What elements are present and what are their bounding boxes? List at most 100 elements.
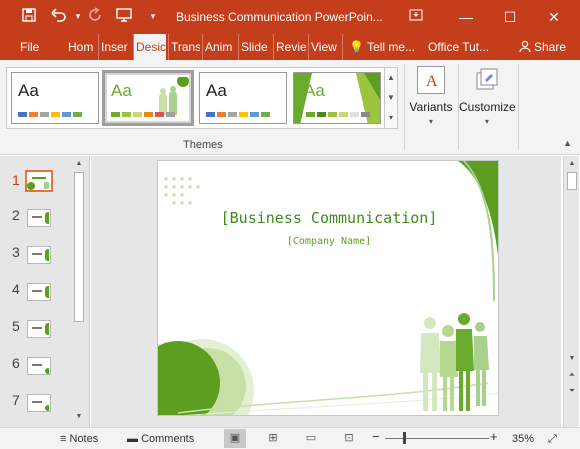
theme-preview-text: Aa <box>18 81 39 100</box>
tab-file[interactable]: File <box>12 34 52 60</box>
ribbon-display-options-icon[interactable] <box>396 0 436 34</box>
slide-number: 6 <box>12 355 20 371</box>
status-bar: ≡ Notes ▬ Comments ▣ ⊞ ▭ ⊡ − + 35% ⤢ <box>0 427 580 449</box>
gallery-scroller: ▲ ▼ ▾ <box>384 68 397 128</box>
tab-slide-show[interactable]: Slide <box>238 34 270 60</box>
theme-green-facet[interactable]: Aa <box>293 72 381 124</box>
theme-preview-text: Aa <box>304 81 325 100</box>
silhouette-graphic <box>159 77 189 115</box>
gallery-up-icon[interactable]: ▲ <box>385 68 397 88</box>
scrollbar-thumb[interactable] <box>567 172 577 190</box>
customize-qat-icon[interactable]: ▾ <box>144 7 162 25</box>
chevron-down-icon: ▾ <box>484 117 489 126</box>
theme-business-communication[interactable]: Aa <box>102 70 194 126</box>
slide-number: 5 <box>12 318 20 334</box>
next-slide-icon[interactable]: ⏷ <box>565 385 579 397</box>
slide-show-icon[interactable]: ⊡ <box>338 429 360 448</box>
scrollbar-thumb[interactable] <box>74 172 84 322</box>
theme-swatches <box>111 112 175 117</box>
customize-button[interactable]: Customize ▾ <box>459 64 516 134</box>
theme-swatches <box>306 112 370 117</box>
zoom-in-button[interactable]: + <box>490 429 498 445</box>
scroll-down-icon[interactable]: ▼ <box>72 411 86 423</box>
ribbon-design: Aa Aa Aa Aa ▲ ▼ ▾ Themes A Variants ▾ Cu… <box>0 60 580 155</box>
close-button[interactable]: ✕ <box>534 0 574 34</box>
slide-number: 7 <box>12 392 20 408</box>
tell-me-box[interactable]: 💡 Tell me... <box>342 34 422 60</box>
slide-editor: [Business Communication] [Company Name] <box>91 156 561 427</box>
maximize-button[interactable]: ☐ <box>490 0 530 34</box>
thumbnails-scrollbar[interactable]: ▲ ▼ <box>72 156 86 427</box>
variants-button[interactable]: A Variants ▾ <box>403 64 459 134</box>
scroll-up-icon[interactable]: ▲ <box>565 158 579 170</box>
current-slide[interactable]: [Business Communication] [Company Name] <box>157 160 499 416</box>
lightbulb-icon: 💡 <box>349 40 364 54</box>
svg-text:A: A <box>426 73 438 90</box>
slide-thumbnail[interactable] <box>27 394 51 412</box>
slide-thumbnail[interactable] <box>27 357 51 375</box>
normal-view-icon[interactable]: ▣ <box>224 429 246 448</box>
tab-design[interactable]: Desic <box>133 34 166 60</box>
group-separator <box>518 64 519 150</box>
fit-slide-icon[interactable]: ⤢ <box>548 431 557 447</box>
scroll-down-icon[interactable]: ▼ <box>565 353 579 365</box>
share-label: Share <box>533 40 566 54</box>
theme-swatches <box>18 112 82 117</box>
scroll-up-icon[interactable]: ▲ <box>72 158 86 170</box>
tell-me-label: Tell me... <box>367 40 416 54</box>
customize-label: Customize <box>459 100 516 114</box>
themes-gallery: Aa Aa Aa Aa ▲ ▼ ▾ <box>6 67 398 129</box>
slide-subtitle[interactable]: [Company Name] <box>158 236 498 247</box>
redo-icon[interactable] <box>86 7 104 25</box>
previous-slide-icon[interactable]: ⏶ <box>565 369 579 381</box>
slide-number: 1 <box>12 172 20 188</box>
slide-thumbnail[interactable] <box>27 283 51 301</box>
slide-number: 4 <box>12 281 20 297</box>
notes-button[interactable]: ≡ Notes <box>60 431 98 447</box>
tab-animations[interactable]: Anim <box>202 34 236 60</box>
notes-icon: ≡ <box>60 433 67 445</box>
customize-icon <box>473 66 501 94</box>
theme-preview-text: Aa <box>111 81 132 100</box>
slide-background-graphic <box>158 161 498 415</box>
notes-label: Notes <box>69 433 99 445</box>
reading-view-icon[interactable]: ▭ <box>300 429 322 448</box>
window-title: Business Communication PowerPoin... <box>176 10 383 24</box>
zoom-level[interactable]: 35% <box>512 431 534 447</box>
themes-group-label: Themes <box>183 139 223 151</box>
tab-office-tutorials[interactable]: Office Tut... <box>426 34 496 60</box>
gallery-down-icon[interactable]: ▼ <box>385 88 397 108</box>
slide-thumbnail[interactable] <box>25 170 53 192</box>
present-from-beginning-icon[interactable] <box>115 7 133 25</box>
slide-sorter-icon[interactable]: ⊞ <box>262 429 284 448</box>
comments-label: Comments <box>141 433 195 445</box>
tab-insert[interactable]: Inser <box>98 34 130 60</box>
tab-transitions[interactable]: Trans <box>168 34 200 60</box>
theme-office-2[interactable]: Aa <box>199 72 287 124</box>
theme-swatches <box>206 112 270 117</box>
zoom-slider[interactable] <box>385 438 489 439</box>
theme-office[interactable]: Aa <box>11 72 99 124</box>
tab-view[interactable]: View <box>308 34 340 60</box>
comments-button[interactable]: ▬ Comments <box>127 431 194 447</box>
tab-review[interactable]: Revie <box>273 34 306 60</box>
zoom-out-button[interactable]: − <box>372 429 380 445</box>
tab-home[interactable]: Hom <box>66 34 96 60</box>
minimize-button[interactable]: — <box>446 0 486 34</box>
zoom-slider-handle[interactable] <box>403 432 406 444</box>
save-icon[interactable] <box>20 7 38 25</box>
slide-thumbnail[interactable] <box>27 209 51 227</box>
slide-thumbnail[interactable] <box>27 320 51 338</box>
ribbon-tabs: File Hom Inser Desic Trans Anim Slide Re… <box>0 34 580 60</box>
slide-title[interactable]: [Business Communication] <box>158 209 498 227</box>
undo-icon[interactable] <box>50 7 68 25</box>
variants-icon: A <box>417 66 445 94</box>
gallery-more-icon[interactable]: ▾ <box>385 108 397 128</box>
slide-thumbnail[interactable] <box>27 246 51 264</box>
share-button[interactable]: Share <box>515 36 572 58</box>
editor-scrollbar[interactable]: ▲ ▼ ⏶ ⏷ <box>563 156 579 427</box>
collapse-ribbon-icon[interactable]: ▲ <box>563 138 572 148</box>
slide-number: 2 <box>12 207 20 223</box>
comment-icon: ▬ <box>127 433 138 445</box>
undo-dropdown-icon[interactable]: ▾ <box>69 7 87 25</box>
